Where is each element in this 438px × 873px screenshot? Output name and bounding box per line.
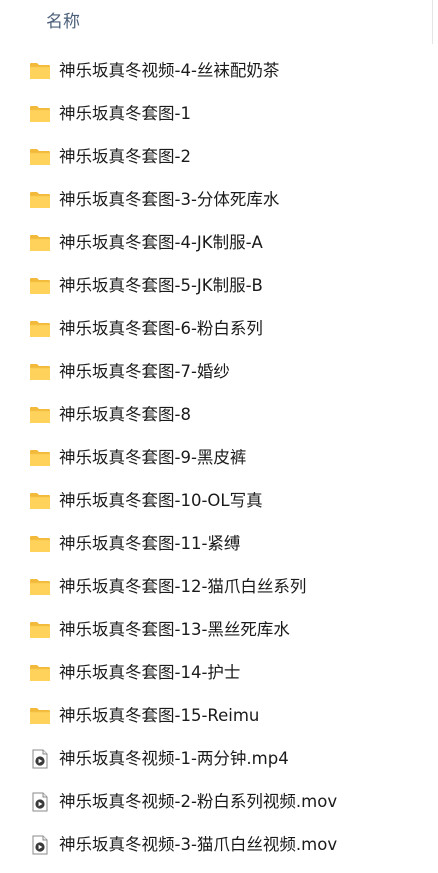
file-row[interactable]: 神乐坂真冬视频-3-猫爪白丝视频.mov — [0, 824, 438, 867]
file-name-label: 神乐坂真冬视频-3-猫爪白丝视频.mov — [59, 835, 338, 854]
folder-row[interactable]: 神乐坂真冬套图-5-JK制服-B — [0, 265, 438, 308]
file-row[interactable]: 神乐坂真冬视频-1-两分钟.mp4 — [0, 738, 438, 781]
column-header[interactable]: 名称 — [0, 0, 433, 44]
folder-row[interactable]: 神乐坂真冬套图-12-猫爪白丝系列 — [0, 566, 438, 609]
folder-icon — [29, 663, 51, 683]
folder-icon — [29, 104, 51, 124]
folder-icon — [29, 190, 51, 210]
folder-row[interactable]: 神乐坂真冬视频-4-丝袜配奶茶 — [0, 50, 438, 93]
file-name-label: 神乐坂真冬套图-9-黑皮裤 — [59, 448, 247, 467]
folder-row[interactable]: 神乐坂真冬套图-3-分体死库水 — [0, 179, 438, 222]
folder-icon — [29, 577, 51, 597]
folder-icon — [29, 233, 51, 253]
file-name-label: 神乐坂真冬套图-15-Reimu — [59, 706, 260, 725]
file-name-label: 神乐坂真冬套图-14-护士 — [59, 663, 241, 682]
video-file-icon — [29, 792, 51, 812]
file-name-label: 神乐坂真冬套图-7-婚纱 — [59, 362, 230, 381]
file-name-label: 神乐坂真冬视频-4-丝袜配奶茶 — [59, 61, 280, 80]
file-row[interactable]: 神乐坂真冬视频-2-粉白系列视频.mov — [0, 781, 438, 824]
file-name-label: 神乐坂真冬套图-1 — [59, 104, 191, 123]
folder-row[interactable]: 神乐坂真冬套图-14-护士 — [0, 652, 438, 695]
folder-row[interactable]: 神乐坂真冬套图-11-紧缚 — [0, 523, 438, 566]
folder-icon — [29, 534, 51, 554]
folder-row[interactable]: 神乐坂真冬套图-7-婚纱 — [0, 351, 438, 394]
folder-icon — [29, 61, 51, 81]
folder-icon — [29, 362, 51, 382]
folder-row[interactable]: 神乐坂真冬套图-9-黑皮裤 — [0, 437, 438, 480]
folder-row[interactable]: 神乐坂真冬套图-10-OL写真 — [0, 480, 438, 523]
folder-icon — [29, 147, 51, 167]
folder-row[interactable]: 神乐坂真冬套图-13-黑丝死库水 — [0, 609, 438, 652]
file-name-label: 神乐坂真冬套图-11-紧缚 — [59, 534, 241, 553]
file-name-label: 神乐坂真冬套图-4-JK制服-A — [59, 233, 263, 252]
file-name-label: 神乐坂真冬套图-13-黑丝死库水 — [59, 620, 290, 639]
folder-row[interactable]: 神乐坂真冬套图-4-JK制服-A — [0, 222, 438, 265]
file-name-label: 神乐坂真冬套图-5-JK制服-B — [59, 276, 263, 295]
folder-icon — [29, 706, 51, 726]
folder-row[interactable]: 神乐坂真冬套图-8 — [0, 394, 438, 437]
file-list: 神乐坂真冬视频-4-丝袜配奶茶 神乐坂真冬套图-1 神乐坂真冬套图-2 神乐坂真冬套图… — [0, 50, 438, 867]
name-column-header[interactable]: 名称 — [46, 11, 80, 33]
folder-icon — [29, 620, 51, 640]
folder-icon — [29, 276, 51, 296]
file-name-label: 神乐坂真冬套图-6-粉白系列 — [59, 319, 263, 338]
video-file-icon — [29, 749, 51, 769]
file-name-label: 神乐坂真冬套图-3-分体死库水 — [59, 190, 280, 209]
folder-icon — [29, 405, 51, 425]
folder-icon — [29, 491, 51, 511]
folder-row[interactable]: 神乐坂真冬套图-1 — [0, 93, 438, 136]
folder-row[interactable]: 神乐坂真冬套图-6-粉白系列 — [0, 308, 438, 351]
file-explorer-pane: 名称 神乐坂真冬视频-4-丝袜配奶茶 神乐坂真冬套图-1 神乐坂真冬套图-2 神乐坂真… — [0, 0, 438, 873]
folder-icon — [29, 319, 51, 339]
folder-icon — [29, 448, 51, 468]
file-name-label: 神乐坂真冬视频-2-粉白系列视频.mov — [59, 792, 338, 811]
folder-row[interactable]: 神乐坂真冬套图-2 — [0, 136, 438, 179]
file-name-label: 神乐坂真冬套图-2 — [59, 147, 191, 166]
file-name-label: 神乐坂真冬套图-12-猫爪白丝系列 — [59, 577, 307, 596]
file-name-label: 神乐坂真冬套图-8 — [59, 405, 191, 424]
file-name-label: 神乐坂真冬套图-10-OL写真 — [59, 491, 263, 510]
video-file-icon — [29, 835, 51, 855]
folder-row[interactable]: 神乐坂真冬套图-15-Reimu — [0, 695, 438, 738]
file-name-label: 神乐坂真冬视频-1-两分钟.mp4 — [59, 749, 289, 768]
